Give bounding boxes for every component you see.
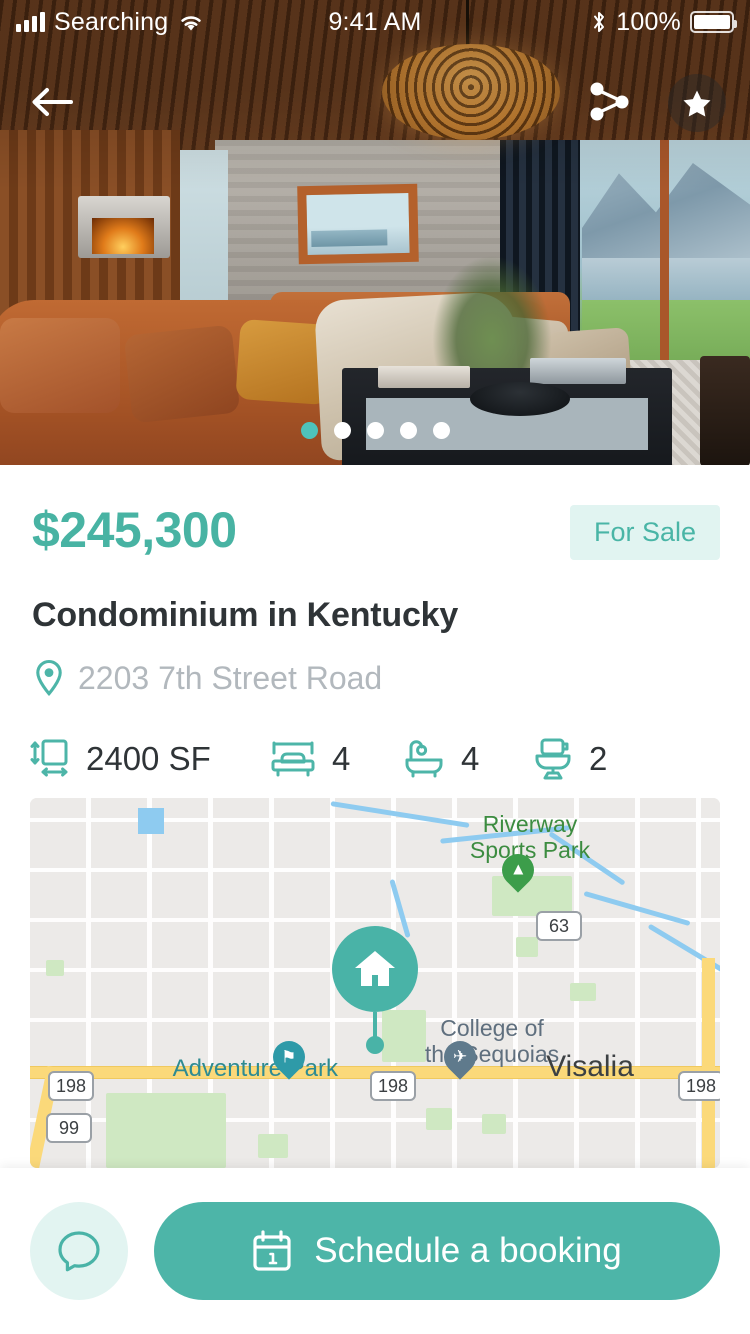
schedule-booking-button[interactable]: Schedule a booking: [154, 1202, 720, 1300]
carrier-label: Searching: [54, 7, 169, 36]
map-shield-198-right: 198: [678, 1071, 720, 1101]
map-green-area: [426, 1108, 452, 1130]
toilet-icon: [535, 738, 571, 780]
bluetooth-icon: [594, 12, 605, 32]
battery-percent-label: 100%: [616, 7, 681, 36]
favorite-button[interactable]: [668, 74, 726, 132]
property-detail-screen: Searching 9:41 AM 100% $245,300 For Sale…: [0, 0, 750, 1334]
map-shield-63: 63: [536, 911, 582, 941]
area-dimensions-icon: [30, 739, 68, 777]
status-badge: For Sale: [569, 505, 720, 560]
status-bar: Searching 9:41 AM 100%: [0, 0, 750, 44]
location-map[interactable]: 63 198 198 198 99 Riverway Sports Park ▲…: [30, 798, 720, 1168]
back-arrow-icon: [32, 88, 73, 116]
carousel-dot-2[interactable]: [333, 422, 351, 439]
star-icon: [683, 90, 711, 116]
carousel-dot-5[interactable]: [432, 422, 450, 439]
price-row: $245,300 For Sale: [0, 465, 750, 560]
carousel-dot-4[interactable]: [399, 422, 417, 439]
map-shield-99: 99: [46, 1113, 92, 1143]
listing-price: $245,300: [32, 502, 237, 558]
listing-title: Condominium in Kentucky: [32, 596, 459, 634]
home-glyph-icon: [355, 951, 395, 986]
status-bar-left: Searching: [0, 8, 300, 37]
feature-bathrooms-value: 4: [461, 740, 480, 777]
chat-bubble-icon: [58, 1231, 100, 1272]
signal-bars-icon: [16, 12, 45, 32]
map-green-area: [482, 1114, 506, 1134]
feature-bedrooms: 4: [270, 739, 403, 779]
feature-stats: 2400 SF 4 4 2: [0, 697, 750, 781]
property-hero-image[interactable]: Searching 9:41 AM 100%: [0, 0, 750, 465]
school-pin-icon: ✈: [437, 1034, 483, 1083]
hero-photo: [0, 0, 750, 465]
playground-pin-icon: ⚑: [266, 1034, 312, 1083]
carousel-dot-3[interactable]: [366, 422, 384, 439]
map-green-area: [258, 1134, 288, 1158]
map-green-area: [106, 1093, 226, 1168]
status-bar-right: 100%: [450, 8, 750, 37]
map-label-visalia: Visalia: [546, 1050, 634, 1083]
battery-icon: [690, 11, 737, 33]
map-green-area: [570, 983, 596, 1001]
feature-toilets: 2: [533, 737, 607, 781]
calendar-icon: [253, 1230, 291, 1271]
bottom-action-bar: Schedule a booking: [0, 1168, 750, 1334]
feature-bathrooms: 4: [403, 738, 533, 780]
feature-bedrooms-value: 4: [332, 740, 351, 777]
map-water: [138, 808, 164, 834]
listing-details: $245,300 For Sale Condominium in Kentuck…: [0, 465, 750, 781]
share-button[interactable]: [582, 74, 638, 130]
carousel-dots[interactable]: [0, 422, 750, 439]
map-shield-198-left: 198: [48, 1071, 94, 1101]
back-button[interactable]: [24, 74, 80, 130]
map-highway-vertical: [702, 958, 715, 1168]
tree-pin-icon: ▲: [495, 847, 541, 896]
marker-anchor-dot: [366, 1036, 384, 1054]
hero-gradient-overlay: [0, 0, 750, 465]
feature-toilets-value: 2: [589, 740, 608, 777]
carousel-dot-1[interactable]: [300, 422, 318, 439]
chat-button[interactable]: [30, 1202, 128, 1300]
listing-address: 2203 7th Street Road: [78, 659, 383, 696]
address-row: 2203 7th Street Road: [0, 635, 750, 697]
map-shield-198-mid: 198: [370, 1071, 416, 1101]
map-green-area: [46, 960, 64, 976]
status-bar-time: 9:41 AM: [328, 7, 422, 36]
share-icon: [590, 82, 629, 121]
map-pin-icon: [36, 659, 62, 697]
park-label-line1: Riverway: [482, 811, 578, 837]
feature-area: 2400 SF: [30, 738, 270, 780]
bathtub-icon: [405, 740, 443, 778]
college-label-line1: College of: [440, 1015, 544, 1041]
feature-area-value: 2400 SF: [86, 740, 211, 777]
map-green-area: [516, 937, 538, 957]
bed-icon: [271, 741, 315, 777]
wifi-icon: [181, 15, 202, 30]
schedule-booking-label: Schedule a booking: [314, 1231, 622, 1270]
house-marker-icon[interactable]: [332, 926, 418, 1012]
